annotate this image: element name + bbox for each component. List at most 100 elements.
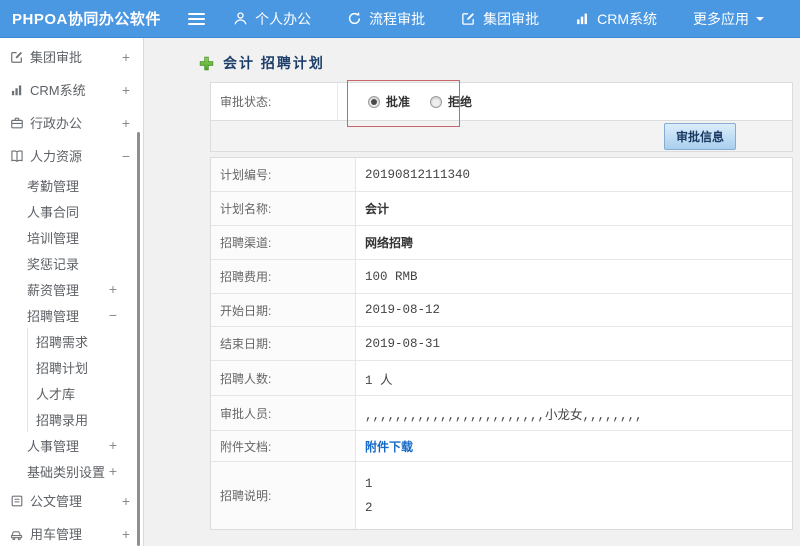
sidebar-item-label: 基础类别设置	[27, 464, 106, 480]
field-label-end-date: 结束日期:	[211, 327, 356, 360]
hamburger-menu-icon[interactable]	[187, 10, 206, 28]
field-label-approvers: 审批人员:	[211, 396, 356, 430]
detail-table: 计划编号: 20190812111340 计划名称: 会计 招聘渠道: 网络招聘招聘费用:…	[210, 157, 793, 530]
add-icon[interactable]	[199, 56, 214, 71]
field-label-recruit-description: 招聘说明:	[211, 462, 356, 529]
sidebar-item-recruitment-demand[interactable]: 招聘需求	[27, 328, 143, 354]
approval-button-row: 审批信息	[211, 120, 792, 151]
field-row-recruit-description: 招聘说明: 1 2	[211, 461, 792, 529]
field-value-recruit-count: 1 人	[365, 373, 393, 388]
sidebar-item-recruitment-hire[interactable]: 招聘录用	[27, 406, 143, 432]
collapse-minus-icon[interactable]: −	[122, 149, 130, 163]
sidebar-item-recruitment-plan[interactable]: 招聘计划	[27, 354, 143, 380]
sidebar-item-document-mgmt[interactable]: 公文管理 +	[0, 484, 143, 517]
field-label-recruit-count: 招聘人数:	[211, 361, 356, 395]
approval-status-row: 审批状态: 批准 拒绝	[211, 83, 792, 120]
field-value-end-date: 2019-08-31	[365, 336, 441, 351]
field-row-plan-number: 计划编号: 20190812111340	[211, 158, 792, 191]
field-row-approvers: 审批人员: ,,,,,,,,,,,,,,,,,,,,,,,,小龙女,,,,,,,,	[211, 395, 792, 430]
sidebar-item-group-approval[interactable]: 集团审批 +	[0, 40, 143, 73]
nav-item-process-approval[interactable]: 流程审批	[347, 9, 425, 29]
expand-plus-icon[interactable]: +	[122, 50, 130, 64]
nav-item-personal-office[interactable]: 个人办公	[233, 9, 311, 29]
field-row-recruit-channel: 招聘渠道: 网络招聘	[211, 225, 792, 259]
app-logo[interactable]: PHPOA协同办公软件	[0, 8, 178, 29]
field-row-recruit-cost: 招聘费用: 100 RMB	[211, 259, 792, 293]
sidebar-item-label: CRM系统	[30, 83, 86, 98]
user-icon	[233, 11, 248, 26]
collapse-minus-icon[interactable]: −	[109, 308, 117, 322]
sidebar-item-salary-mgmt[interactable]: 薪资管理 +	[0, 276, 143, 302]
sidebar-item-recruitment-mgmt[interactable]: 招聘管理 −	[0, 302, 143, 328]
field-value-attachment: 附件下载	[356, 431, 792, 461]
sidebar-item-crm-system[interactable]: CRM系统 +	[0, 73, 143, 106]
sidebar: 集团审批 + CRM系统 + 行政办公 + 人力资源 − 考勤管理人事合同培训管理 奖惩记录 薪资管…	[0, 38, 144, 546]
nav-item-group-approval[interactable]: 集团审批	[461, 9, 539, 29]
sidebar-menu: 集团审批 + CRM系统 + 行政办公 + 人力资源 − 考勤管理人事合同培训管理 奖惩记录 薪资管…	[0, 38, 143, 546]
field-value-recruit-channel: 网络招聘	[365, 236, 414, 250]
field-label-start-date: 开始日期:	[211, 294, 356, 326]
sidebar-item-attendance-mgmt[interactable]: 考勤管理	[0, 172, 143, 198]
radio-approve-label: 批准	[386, 95, 411, 109]
sidebar-item-admin-office[interactable]: 行政办公 +	[0, 106, 143, 139]
sidebar-item-human-resources[interactable]: 人力资源 −	[0, 139, 143, 172]
expand-plus-icon[interactable]: +	[122, 116, 130, 130]
nav-item-label: CRM系统	[597, 10, 657, 27]
sidebar-item-training-mgmt[interactable]: 培训管理	[0, 224, 143, 250]
briefcase-icon	[10, 116, 24, 130]
expand-plus-icon[interactable]: +	[109, 282, 117, 296]
sidebar-item-label: 招聘计划	[36, 360, 89, 376]
approval-info-button[interactable]: 审批信息	[663, 122, 736, 150]
sidebar-item-talent-pool[interactable]: 人才库	[27, 380, 143, 406]
sidebar-item-label: 人事合同	[27, 204, 80, 220]
bar-chart-icon	[575, 11, 590, 26]
radio-button-reject-icon[interactable]	[430, 95, 443, 108]
sidebar-item-basic-category-settings[interactable]: 基础类别设置 +	[0, 458, 143, 484]
approval-status-label: 审批状态:	[211, 83, 338, 120]
field-label-attachment: 附件文档:	[211, 431, 356, 461]
sidebar-item-personnel-mgmt[interactable]: 人事管理 +	[0, 432, 143, 458]
field-value-plan-number: 20190812111340	[365, 167, 471, 182]
approval-panel: 审批状态: 批准 拒绝 审批信息	[210, 82, 793, 152]
sidebar-item-label: 行政办公	[30, 116, 83, 131]
sidebar-scrollbar[interactable]	[137, 132, 140, 546]
description-line: 1	[365, 476, 373, 491]
radio-reject[interactable]: 拒绝	[430, 93, 472, 110]
field-value-start-date: 2019-08-12	[365, 303, 441, 317]
nav-item-label: 个人办公	[255, 10, 312, 27]
nav-item-label: 集团审批	[483, 10, 540, 27]
field-value-approvers: ,,,,,,,,,,,,,,,,,,,,,,,,小龙女,,,,,,,,	[365, 408, 643, 423]
description-line: 2	[365, 500, 373, 515]
sidebar-item-vehicle-mgmt[interactable]: 用车管理 +	[0, 517, 143, 546]
attachment-download-link[interactable]: 附件下载	[365, 438, 413, 455]
field-row-end-date: 结束日期: 2019-08-31	[211, 326, 792, 360]
expand-plus-icon[interactable]: +	[109, 464, 117, 478]
top-header: PHPOA协同办公软件 个人办公 流程审批 集团审批 CRM系统 更多应用	[0, 0, 800, 38]
car-icon	[10, 527, 24, 541]
sidebar-item-label: 招聘管理	[27, 308, 80, 324]
approval-status-options: 批准 拒绝	[338, 83, 792, 120]
sidebar-item-label: 人力资源	[30, 149, 83, 164]
radio-approve[interactable]: 批准	[368, 93, 410, 110]
sidebar-item-label: 用车管理	[30, 527, 83, 542]
field-value-recruit-cost: 100 RMB	[365, 269, 418, 284]
radio-button-approve-icon[interactable]	[368, 95, 380, 108]
expand-plus-icon[interactable]: +	[109, 438, 117, 452]
field-row-plan-name: 计划名称: 会计	[211, 191, 792, 225]
sidebar-item-personnel-contract[interactable]: 人事合同	[0, 198, 143, 224]
field-row-start-date: 开始日期: 2019-08-12	[211, 293, 792, 326]
sidebar-item-reward-punishment[interactable]: 奖惩记录	[0, 250, 143, 276]
expand-plus-icon[interactable]: +	[122, 83, 130, 97]
main-content: 会计 招聘计划 审批状态: 批准 拒绝 审批信息 计划编号: 201908121…	[145, 38, 800, 546]
process-icon	[347, 11, 362, 26]
field-label-recruit-channel: 招聘渠道:	[211, 226, 356, 259]
sidebar-item-label: 考勤管理	[27, 178, 80, 194]
expand-plus-icon[interactable]: +	[122, 527, 130, 541]
nav-item-crm-system[interactable]: CRM系统	[575, 9, 657, 29]
top-nav: 个人办公 流程审批 集团审批 CRM系统 更多应用	[233, 9, 800, 29]
radio-reject-label: 拒绝	[448, 95, 473, 109]
sidebar-item-label: 招聘需求	[36, 334, 89, 350]
nav-item-more-apps[interactable]: 更多应用	[693, 9, 764, 29]
expand-plus-icon[interactable]: +	[122, 494, 130, 508]
bar-chart-icon	[10, 83, 24, 97]
